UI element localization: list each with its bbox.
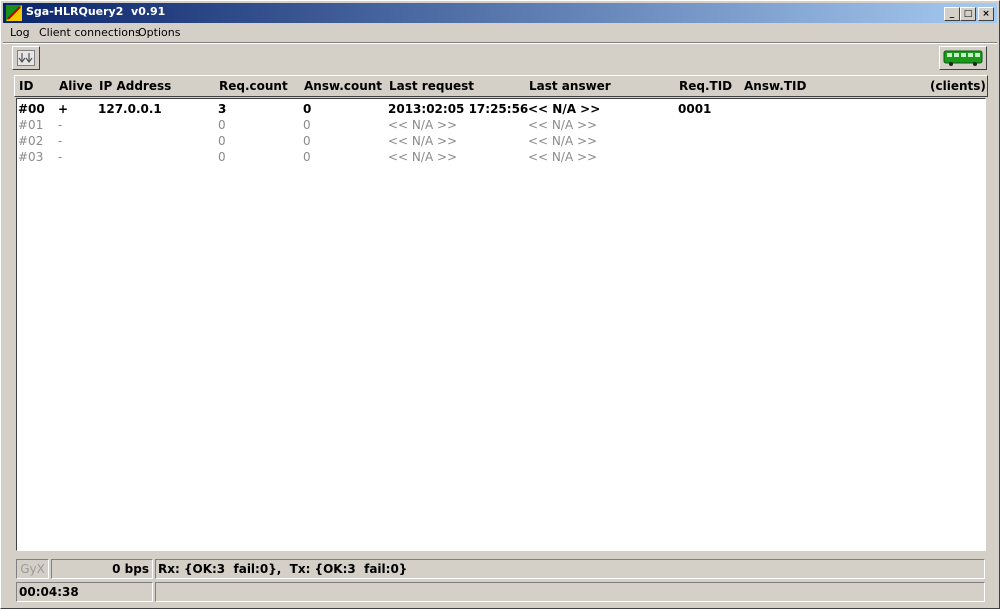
bus-icon	[943, 50, 983, 66]
cell-answ-count: 0	[303, 118, 311, 132]
toolbar-separator	[3, 42, 997, 44]
table-row[interactable]: #02 - 0 0 << N/A >> << N/A >>	[17, 133, 985, 149]
auto-scroll-button[interactable]	[12, 46, 40, 70]
cell-last-answer: << N/A >>	[528, 134, 598, 148]
cell-answ-count: 0	[303, 150, 311, 164]
cell-id: #02	[18, 134, 44, 148]
window-title: Sga-HLRQuery2 v0.91	[26, 5, 166, 18]
col-alive[interactable]: Alive	[59, 79, 92, 93]
col-last-request[interactable]: Last request	[389, 79, 474, 93]
col-req-tid[interactable]: Req.TID	[679, 79, 732, 93]
cell-last-request: << N/A >>	[388, 134, 458, 148]
cell-id: #01	[18, 118, 44, 132]
menu-bar: Log Client connections Options	[3, 24, 997, 42]
cell-req-tid: 0001	[678, 102, 712, 116]
col-id[interactable]: ID	[19, 79, 33, 93]
col-ip-address[interactable]: IP Address	[99, 79, 171, 93]
cell-req-count: 0	[218, 150, 226, 164]
cell-alive: -	[58, 118, 63, 132]
col-answ-count[interactable]: Answ.count	[304, 79, 382, 93]
status-message	[155, 582, 985, 602]
cell-ip: 127.0.0.1	[98, 102, 162, 116]
table-row[interactable]: #03 - 0 0 << N/A >> << N/A >>	[17, 149, 985, 165]
auto-scroll-icon	[17, 50, 35, 66]
cell-last-answer: << N/A >>	[528, 102, 601, 116]
col-clients[interactable]: (clients)	[930, 79, 986, 93]
close-button[interactable]: ×	[978, 7, 994, 21]
cell-req-count: 0	[218, 118, 226, 132]
app-icon	[6, 5, 22, 21]
cell-alive: -	[58, 134, 63, 148]
app-window: Sga-HLRQuery2 v0.91 _ □ × Log Client con…	[0, 0, 1000, 609]
menu-client-connections[interactable]: Client connections	[39, 26, 141, 39]
title-bar[interactable]: Sga-HLRQuery2 v0.91 _ □ ×	[3, 3, 997, 23]
bps-readout: 0 bps	[51, 559, 153, 579]
cell-last-request: << N/A >>	[388, 150, 458, 164]
cell-alive: -	[58, 150, 63, 164]
client-list[interactable]: #00 + 127.0.0.1 3 0 2013:02:05 17:25:56 …	[16, 98, 986, 551]
cell-last-request: 2013:02:05 17:25:56	[388, 102, 529, 116]
minimize-button[interactable]: _	[944, 7, 960, 21]
col-answ-tid[interactable]: Answ.TID	[744, 79, 806, 93]
col-req-count[interactable]: Req.count	[219, 79, 288, 93]
cell-alive: +	[58, 102, 69, 116]
cell-last-request: << N/A >>	[388, 118, 458, 132]
rx-tx-status: Rx: {OK:3 fail:0}, Tx: {OK:3 fail:0}	[155, 559, 985, 579]
menu-log[interactable]: Log	[10, 26, 30, 39]
table-row[interactable]: #01 - 0 0 << N/A >> << N/A >>	[17, 117, 985, 133]
list-header: ID Alive IP Address Req.count Answ.count…	[14, 75, 988, 97]
uptime-readout: 00:04:38	[16, 582, 153, 602]
col-last-answer[interactable]: Last answer	[529, 79, 611, 93]
cell-req-count: 0	[218, 134, 226, 148]
cell-req-count: 3	[218, 102, 227, 116]
cell-last-answer: << N/A >>	[528, 118, 598, 132]
cell-last-answer: << N/A >>	[528, 150, 598, 164]
table-row[interactable]: #00 + 127.0.0.1 3 0 2013:02:05 17:25:56 …	[17, 101, 985, 117]
cell-id: #03	[18, 150, 44, 164]
bus-button[interactable]	[939, 46, 987, 70]
menu-options[interactable]: Options	[138, 26, 180, 39]
maximize-button[interactable]: □	[960, 7, 976, 21]
cell-answ-count: 0	[303, 102, 312, 116]
cell-answ-count: 0	[303, 134, 311, 148]
gyx-logo: GyX	[16, 559, 49, 579]
cell-id: #00	[18, 102, 45, 116]
